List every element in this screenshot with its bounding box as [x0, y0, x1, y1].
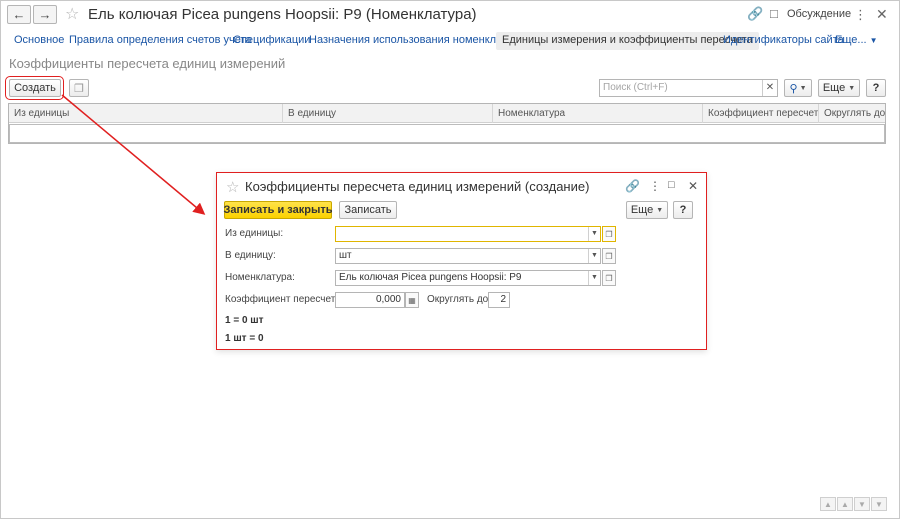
more-vertical-icon[interactable]: ⋮ [854, 7, 867, 23]
nomenclature-field[interactable]: Ель колючая Picea pungens Hoopsii: P9 ▼ [335, 270, 601, 286]
column-header-from-unit[interactable]: Из единицы [9, 104, 283, 123]
tab-more-label: Еще... [835, 34, 867, 46]
table-header: Из единицы В единицу Номенклатура Коэффи… [9, 104, 885, 123]
to-unit-field[interactable]: шт ▼ [335, 248, 601, 264]
dialog-more-label: Еще [630, 204, 654, 216]
round-field[interactable]: 2 [488, 292, 510, 308]
link-icon[interactable]: 🔗 [625, 179, 640, 193]
scroll-first-icon[interactable]: ▲ [820, 497, 836, 511]
column-header-coefficient[interactable]: Коэффициент пересчета [703, 104, 819, 123]
dialog-title: Коэффициенты пересчета единиц измерений … [245, 179, 590, 194]
chevron-down-icon[interactable]: ▼ [588, 249, 600, 263]
more-button[interactable]: Еще ▼ [818, 79, 860, 97]
maximize-icon[interactable]: □ [668, 179, 675, 191]
clear-search-icon[interactable]: ✕ [762, 80, 777, 96]
coefficient-label: Коэффициент пересчета: [225, 294, 344, 305]
conversion-info-line-1: 1 = 0 шт [225, 315, 264, 326]
tab-more[interactable]: Еще... ▼ [835, 34, 878, 46]
to-unit-label: В единицу: [225, 250, 276, 261]
chevron-down-icon[interactable]: ▼ [588, 271, 600, 285]
nomenclature-label: Номенклатура: [225, 272, 295, 283]
chevron-down-icon: ▼ [656, 206, 664, 214]
nomenclature-value: Ель колючая Picea pungens Hoopsii: P9 [339, 272, 522, 283]
chevron-down-icon: ▼ [799, 84, 807, 92]
round-label: Округлять до: [427, 294, 492, 305]
create-button[interactable]: Создать [9, 79, 61, 97]
tab-specifications[interactable]: Спецификации [233, 34, 310, 46]
more-label: Еще [822, 82, 846, 94]
coefficient-field[interactable]: 0,000 [335, 292, 405, 308]
open-nomenclature-icon[interactable]: ❐ [602, 270, 616, 286]
scroll-controls: ▲ ▲ ▼ ▼ [820, 497, 888, 511]
scroll-up-icon[interactable]: ▲ [837, 497, 853, 511]
to-unit-value: шт [339, 250, 352, 261]
tab-units-coefficients[interactable]: Единицы измерения и коэффициенты пересче… [496, 32, 759, 50]
favorite-star-icon[interactable]: ☆ [65, 4, 79, 24]
conversion-info-line-2: 1 шт = 0 [225, 333, 264, 344]
section-title: Коэффициенты пересчета единиц измерений [9, 56, 286, 71]
open-from-unit-icon[interactable]: ❐ [602, 226, 616, 242]
dialog-more-button[interactable]: Еще ▼ [626, 201, 668, 219]
from-unit-label: Из единицы: [225, 228, 284, 239]
forward-button[interactable]: → [33, 5, 57, 24]
link-icon[interactable]: 🔗 [747, 6, 763, 22]
create-coefficient-dialog: ☆ Коэффициенты пересчета единиц измерени… [216, 172, 707, 350]
search-button[interactable]: ⚲ ▼ [784, 79, 812, 97]
copy-icon: ❐ [74, 82, 84, 95]
close-icon[interactable]: ✕ [876, 6, 888, 23]
chevron-down-icon[interactable]: ▼ [588, 227, 600, 241]
arrow-right-icon: → [38, 7, 52, 22]
search-icon: ⚲ [789, 82, 798, 95]
column-header-to-unit[interactable]: В единицу [283, 104, 493, 123]
dialog-help-button[interactable]: ? [673, 201, 693, 219]
discussion-icon[interactable]: □ [770, 6, 778, 21]
tab-usage-assignments[interactable]: Назначения использования номенклатуры [309, 34, 527, 46]
search-input[interactable]: Поиск (Ctrl+F) ✕ [599, 79, 778, 97]
tab-site-ids[interactable]: Идентификаторы сайта [723, 34, 844, 46]
coefficients-table: Из единицы В единицу Номенклатура Коэффи… [8, 103, 886, 144]
arrow-left-icon: ← [12, 7, 26, 22]
column-header-round[interactable]: Округлять до [819, 104, 885, 123]
table-row[interactable] [9, 124, 885, 143]
chevron-down-icon: ▼ [848, 84, 856, 92]
from-unit-field[interactable]: ▼ [335, 226, 601, 242]
scroll-down-icon[interactable]: ▼ [854, 497, 870, 511]
more-vertical-icon[interactable]: ⋮ [649, 179, 661, 193]
tab-main[interactable]: Основное [14, 34, 64, 46]
window-title: Ель колючая Picea pungens Hoopsii: P9 (Н… [88, 6, 477, 23]
back-button[interactable]: ← [7, 5, 31, 24]
tab-bar: Основное Правила определения счетов учет… [0, 32, 900, 50]
save-and-close-button[interactable]: Записать и закрыть [223, 201, 333, 219]
open-to-unit-icon[interactable]: ❐ [602, 248, 616, 264]
copy-button[interactable]: ❐ [69, 79, 89, 97]
favorite-star-icon[interactable]: ☆ [226, 178, 239, 196]
title-bar: ← → ☆ Ель колючая Picea pungens Hoopsii:… [0, 0, 900, 30]
column-header-nomenclature[interactable]: Номенклатура [493, 104, 703, 123]
search-placeholder: Поиск (Ctrl+F) [603, 82, 668, 93]
help-button[interactable]: ? [866, 79, 886, 97]
scroll-last-icon[interactable]: ▼ [871, 497, 887, 511]
chevron-down-icon: ▼ [869, 36, 878, 45]
close-icon[interactable]: ✕ [688, 179, 698, 193]
discussion-link[interactable]: Обсуждение [787, 8, 851, 20]
save-button[interactable]: Записать [339, 201, 397, 219]
tab-account-rules[interactable]: Правила определения счетов учета [69, 34, 252, 46]
calculator-icon[interactable]: ▦ [405, 292, 419, 308]
